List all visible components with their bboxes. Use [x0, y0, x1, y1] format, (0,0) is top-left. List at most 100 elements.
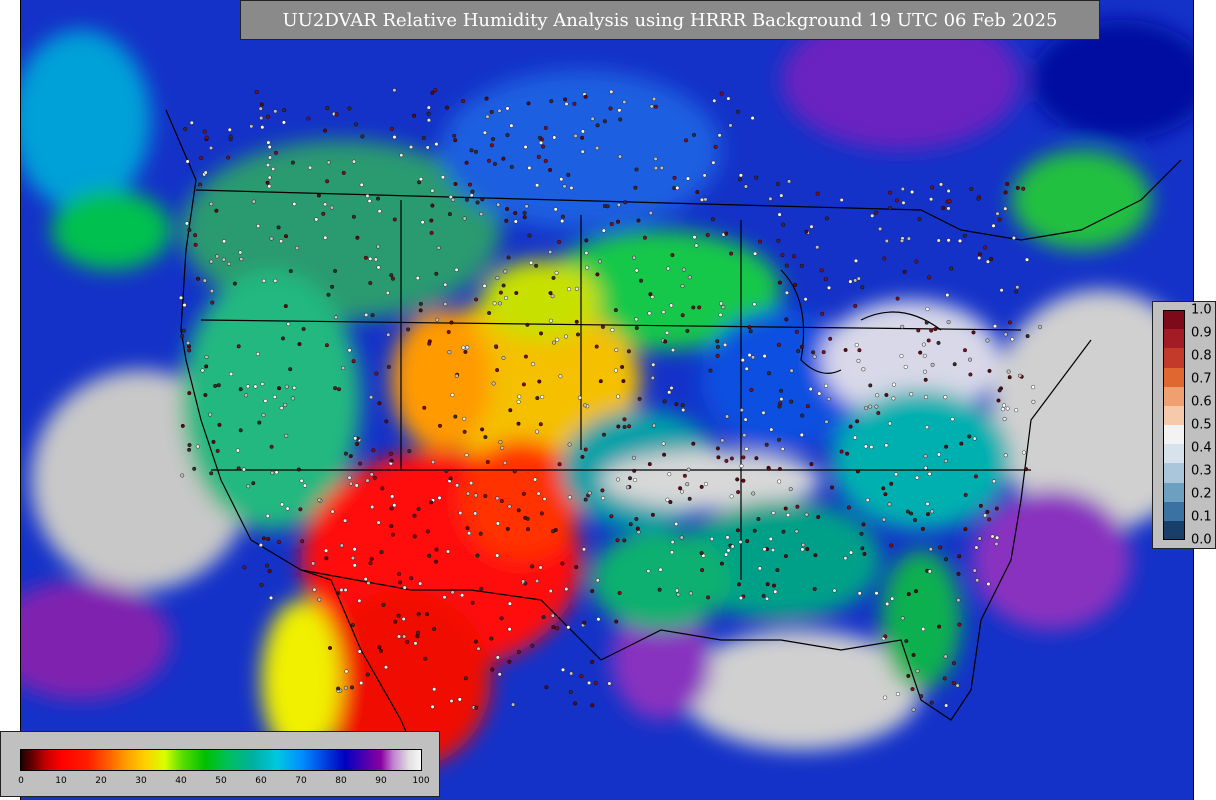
station-dot [371, 448, 376, 453]
station-dot [568, 689, 573, 694]
station-dot [706, 595, 711, 600]
station-dot [326, 160, 331, 165]
station-dot [889, 481, 894, 486]
station-dot [324, 556, 329, 561]
station-dot [323, 202, 328, 207]
station-dot [958, 238, 963, 243]
station-dot [377, 645, 382, 650]
station-dot [538, 422, 543, 427]
station-dot [398, 580, 403, 585]
station-dot [352, 159, 357, 164]
station-dot [902, 269, 907, 274]
station-dot [909, 392, 914, 397]
station-dot [680, 403, 685, 408]
station-dot [580, 135, 585, 140]
station-dot [236, 466, 241, 471]
station-dot [276, 225, 281, 230]
station-dot [692, 235, 697, 240]
station-dot [634, 517, 639, 522]
station-dot [417, 180, 422, 185]
station-dot [266, 537, 271, 542]
station-dot [681, 408, 686, 413]
station-dot [292, 201, 297, 206]
station-dot [868, 404, 873, 409]
station-dot [209, 471, 214, 476]
station-dot [824, 216, 829, 221]
station-dot [480, 427, 485, 432]
station-dot [238, 387, 243, 392]
station-dot [595, 272, 600, 277]
station-dot [474, 297, 479, 302]
station-dot [725, 414, 730, 419]
station-dot [376, 520, 381, 525]
station-dot [985, 259, 990, 264]
rh-colorbar-tick: 0 [18, 776, 24, 786]
station-dot [483, 494, 488, 499]
station-dot [427, 341, 432, 346]
station-dot [753, 251, 758, 256]
station-dot [889, 543, 894, 548]
station-dot [397, 572, 402, 577]
station-dot [919, 694, 924, 699]
station-dot [900, 616, 905, 621]
station-dot [692, 132, 697, 137]
station-dot [853, 278, 858, 283]
station-dot [616, 202, 621, 207]
station-dot [1000, 407, 1005, 412]
station-dot [704, 482, 709, 487]
station-dot [826, 397, 831, 402]
station-dot [743, 417, 748, 422]
station-dot [298, 507, 303, 512]
station-dot [978, 503, 983, 508]
station-dot [762, 354, 767, 359]
station-dot [347, 348, 352, 353]
station-dot [204, 364, 209, 369]
station-dot [680, 489, 685, 494]
station-dot [904, 639, 909, 644]
station-dot [607, 681, 612, 686]
innovation-colorbar-tick: 0.5 [1191, 417, 1212, 433]
station-dot [448, 476, 453, 481]
station-dot [343, 685, 348, 690]
station-dot [977, 536, 982, 541]
station-dot [539, 140, 544, 145]
station-dot [343, 451, 348, 456]
station-dot [1005, 181, 1010, 186]
station-dot [434, 142, 439, 147]
station-dot [279, 239, 284, 244]
station-dot [339, 588, 344, 593]
station-dot [605, 204, 610, 209]
station-dot [386, 364, 391, 369]
station-dot [900, 238, 905, 243]
station-dot [883, 492, 888, 497]
station-dot [246, 484, 251, 489]
station-dot [251, 199, 256, 204]
station-dot [944, 703, 949, 708]
station-dot [258, 106, 263, 111]
station-dot [389, 126, 394, 131]
station-dot [925, 501, 930, 506]
station-dot [412, 534, 417, 539]
station-dot [186, 344, 191, 349]
station-dot [665, 497, 670, 502]
station-dot [537, 135, 542, 140]
station-dot [861, 522, 866, 527]
station-dot [292, 385, 297, 390]
station-dot [560, 219, 565, 224]
station-dot [443, 282, 448, 287]
station-dot [650, 295, 655, 300]
station-dot [265, 513, 270, 518]
station-dot [712, 98, 717, 103]
station-dot [505, 526, 510, 531]
station-dot [996, 398, 1001, 403]
station-dot [509, 164, 514, 169]
station-dot [475, 200, 480, 205]
station-dot [773, 589, 778, 594]
station-dot [180, 473, 185, 478]
station-dot [762, 547, 767, 552]
station-dot [447, 350, 452, 355]
station-dot [887, 502, 892, 507]
station-dot [724, 552, 729, 557]
station-dot [765, 582, 770, 587]
station-dot [686, 467, 691, 472]
